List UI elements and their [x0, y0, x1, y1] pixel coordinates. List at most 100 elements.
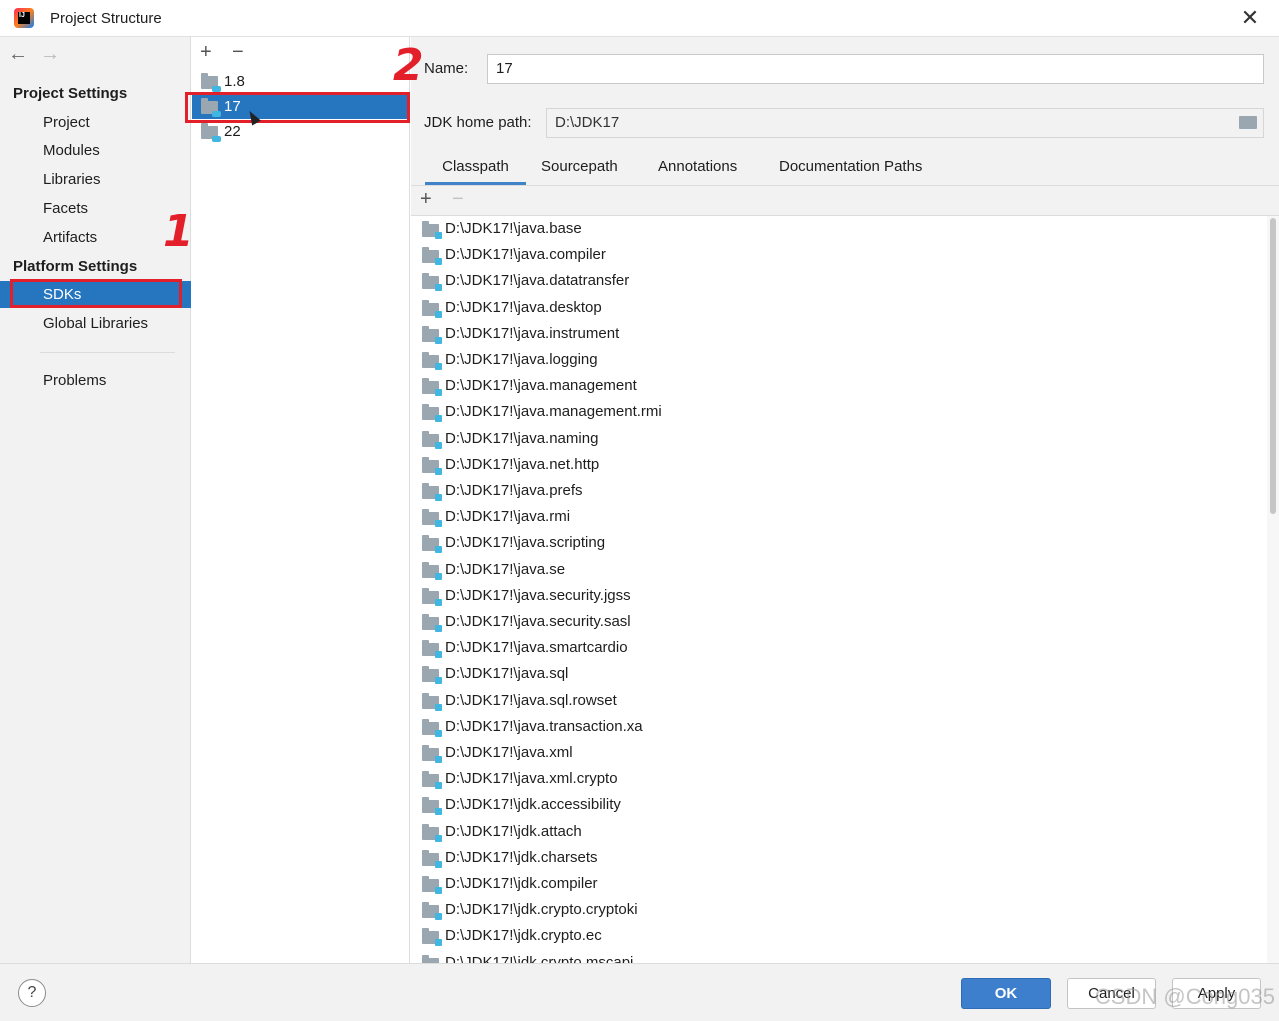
- classpath-entry[interactable]: D:\JDK17!\java.security.jgss: [411, 583, 1267, 609]
- classpath-entry[interactable]: D:\JDK17!\jdk.accessibility: [411, 792, 1267, 818]
- project-settings-heading: Project Settings: [13, 85, 128, 102]
- tab-sourcepath[interactable]: Sourcepath: [541, 149, 618, 185]
- classpath-entry[interactable]: D:\JDK17!\jdk.crypto.cryptoki: [411, 897, 1267, 923]
- classpath-entry[interactable]: D:\JDK17!\java.instrument: [411, 321, 1267, 347]
- classpath-entry[interactable]: D:\JDK17!\java.xml.crypto: [411, 766, 1267, 792]
- back-arrow-icon[interactable]: ←: [8, 43, 40, 66]
- module-folder-icon: [422, 587, 442, 606]
- classpath-entry[interactable]: D:\JDK17!\jdk.compiler: [411, 871, 1267, 897]
- classpath-entry[interactable]: D:\JDK17!\jdk.charsets: [411, 845, 1267, 871]
- classpath-entry-label: D:\JDK17!\java.base: [445, 220, 582, 237]
- annotation-number-2: 2: [393, 40, 424, 91]
- classpath-entry[interactable]: D:\JDK17!\java.xml: [411, 740, 1267, 766]
- classpath-entry[interactable]: D:\JDK17!\java.transaction.xa: [411, 714, 1267, 740]
- classpath-scrollbar[interactable]: [1267, 216, 1279, 963]
- module-folder-icon: [422, 718, 442, 737]
- classpath-entry[interactable]: D:\JDK17!\java.sql.rowset: [411, 688, 1267, 714]
- nav-item-problems[interactable]: Problems: [0, 367, 191, 394]
- classpath-entry[interactable]: D:\JDK17!\jdk.crypto.mscapi: [411, 950, 1267, 963]
- classpath-entry[interactable]: D:\JDK17!\jdk.crypto.ec: [411, 923, 1267, 949]
- module-folder-icon: [422, 352, 442, 370]
- classpath-entry[interactable]: D:\JDK17!\java.net.http: [411, 452, 1267, 478]
- classpath-entry-label: D:\JDK17!\java.scripting: [445, 534, 606, 552]
- classpath-entry-label: D:\JDK17!\java.management: [445, 377, 637, 395]
- nav-item-global-libraries[interactable]: Global Libraries: [0, 310, 191, 337]
- jdk-folder-icon: [201, 73, 221, 92]
- module-folder-icon: [422, 483, 442, 501]
- classpath-entry[interactable]: D:\JDK17!\java.desktop: [411, 295, 1267, 321]
- module-folder-icon: [422, 849, 442, 868]
- tab-documentation-paths[interactable]: Documentation Paths: [779, 149, 922, 185]
- classpath-entry[interactable]: D:\JDK17!\java.smartcardio: [411, 635, 1267, 661]
- classpath-entry-label: D:\JDK17!\java.sql: [445, 665, 569, 683]
- classpath-entry-label: D:\JDK17!\java.net.http: [445, 455, 600, 473]
- forward-arrow-icon[interactable]: →: [40, 43, 72, 66]
- history-arrows: ← →: [8, 43, 72, 66]
- ok-button[interactable]: OK: [961, 978, 1051, 1009]
- csdn-watermark: CSDN @Cong035: [1094, 984, 1275, 1009]
- add-sdk-button[interactable]: +: [200, 41, 232, 64]
- remove-sdk-button[interactable]: −: [232, 41, 264, 64]
- tab-classpath[interactable]: Classpath: [425, 149, 526, 185]
- scrollbar-thumb[interactable]: [1270, 218, 1276, 514]
- remove-classpath-button[interactable]: −: [452, 188, 464, 211]
- sdk-item-1-8[interactable]: 1.8: [192, 69, 410, 94]
- sdk-name-input[interactable]: 17: [487, 54, 1264, 84]
- classpath-toolbar: + −: [411, 185, 1279, 216]
- classpath-entry[interactable]: D:\JDK17!\java.sql: [411, 661, 1267, 687]
- module-folder-icon: [422, 299, 442, 318]
- add-classpath-button[interactable]: +: [420, 188, 432, 211]
- platform-settings-heading: Platform Settings: [13, 258, 138, 275]
- window-title: Project Structure: [50, 10, 162, 27]
- classpath-entry[interactable]: D:\JDK17!\java.se: [411, 557, 1267, 583]
- classpath-entry-label: D:\JDK17!\java.xml.crypto: [445, 770, 618, 788]
- browse-folder-icon[interactable]: [1239, 116, 1257, 129]
- classpath-entry-label: D:\JDK17!\jdk.crypto.cryptoki: [445, 901, 638, 919]
- classpath-list: D:\JDK17!\java.base D:\JDK17!\java.compil…: [411, 216, 1267, 963]
- name-label: Name:: [424, 60, 469, 77]
- module-folder-icon: [422, 614, 442, 632]
- module-folder-icon: [422, 797, 442, 816]
- classpath-entry-label: D:\JDK17!\java.datatransfer: [445, 272, 630, 290]
- module-folder-icon: [422, 273, 442, 292]
- classpath-entry[interactable]: D:\JDK17!\java.prefs: [411, 478, 1267, 504]
- classpath-entry[interactable]: D:\JDK17!\java.scripting: [411, 530, 1267, 556]
- classpath-entry[interactable]: D:\JDK17!\jdk.attach: [411, 819, 1267, 845]
- sdk-list-panel: + − 1.8 17 22: [192, 37, 410, 963]
- classpath-entry-label: D:\JDK17!\java.xml: [445, 744, 573, 761]
- nav-item-libraries[interactable]: Libraries: [0, 166, 191, 193]
- classpath-entry[interactable]: D:\JDK17!\java.naming: [411, 426, 1267, 452]
- classpath-entry-label: D:\JDK17!\java.security.jgss: [445, 586, 631, 604]
- help-button[interactable]: ?: [18, 979, 46, 1007]
- classpath-entry[interactable]: D:\JDK17!\java.rmi: [411, 504, 1267, 530]
- classpath-entry-label: D:\JDK17!\java.sql.rowset: [445, 691, 617, 709]
- module-folder-icon: [422, 771, 442, 790]
- classpath-entry[interactable]: D:\JDK17!\java.compiler: [411, 242, 1267, 268]
- module-folder-icon: [422, 325, 442, 344]
- module-folder-icon: [422, 928, 442, 947]
- tab-annotations[interactable]: Annotations: [658, 149, 737, 185]
- module-folder-icon: [422, 561, 442, 580]
- classpath-entry[interactable]: D:\JDK17!\java.security.sasl: [411, 609, 1267, 635]
- settings-navigation: ← → Project Settings Project Modules Libr…: [0, 37, 191, 963]
- classpath-entry-label: D:\JDK17!\java.smartcardio: [445, 639, 628, 657]
- jdk-home-path-field[interactable]: D:\JDK17: [546, 108, 1264, 138]
- nav-item-modules[interactable]: Modules: [0, 137, 191, 164]
- nav-item-project[interactable]: Project: [0, 109, 191, 136]
- sdk-details-panel: Name: 17 JDK home path: D:\JDK17 Classpa…: [411, 37, 1279, 963]
- classpath-entry[interactable]: D:\JDK17!\java.logging: [411, 347, 1267, 373]
- classpath-entry[interactable]: D:\JDK17!\java.base: [411, 216, 1267, 242]
- classpath-entry[interactable]: D:\JDK17!\java.datatransfer: [411, 268, 1267, 294]
- module-folder-icon: [422, 247, 442, 266]
- classpath-entry-label: D:\JDK17!\java.transaction.xa: [445, 717, 643, 735]
- classpath-entry-label: D:\JDK17!\java.compiler: [445, 246, 606, 264]
- close-button[interactable]: ✕: [1237, 6, 1263, 32]
- classpath-entry-label: D:\JDK17!\java.logging: [445, 351, 598, 368]
- classpath-entry[interactable]: D:\JDK17!\java.management.rmi: [411, 399, 1267, 425]
- module-folder-icon: [422, 509, 442, 528]
- nav-divider: [40, 352, 175, 353]
- annotation-number-1: 1: [163, 206, 194, 257]
- classpath-entry-label: D:\JDK17!\java.rmi: [445, 508, 571, 526]
- classpath-entry[interactable]: D:\JDK17!\java.management: [411, 373, 1267, 399]
- classpath-entry-label: D:\JDK17!\java.prefs: [445, 482, 583, 499]
